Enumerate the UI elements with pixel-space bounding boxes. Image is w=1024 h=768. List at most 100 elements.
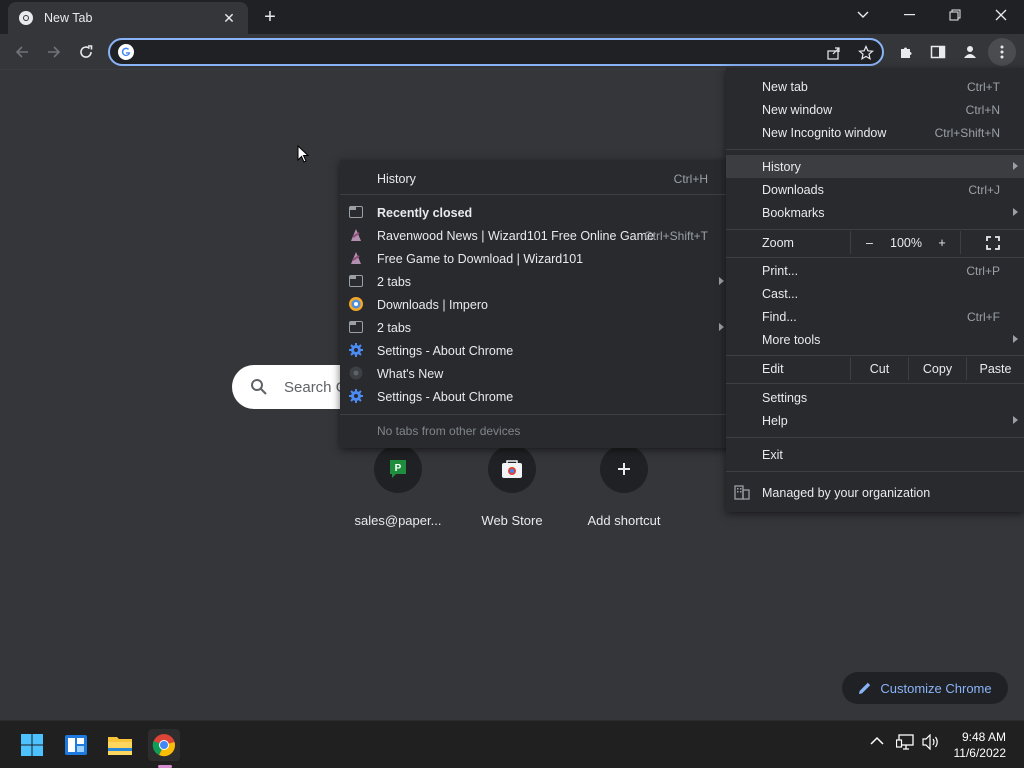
recent-item-label: 2 tabs [377, 320, 412, 335]
recent-item[interactable]: Free Game to Download | Wizard101 [340, 247, 732, 270]
history-submenu: History Ctrl+H Recently closed Ravenwood… [340, 160, 732, 448]
submenu-arrow-icon [1013, 335, 1018, 343]
recent-item-label: What's New [377, 366, 444, 381]
shortcut-sales[interactable]: P sales@paper... [342, 445, 454, 528]
share-icon[interactable] [824, 43, 844, 63]
menu-edit-row: Edit Cut Copy Paste [726, 357, 1024, 380]
menu-shortcut: Ctrl+T [967, 79, 1000, 94]
menu-item-downloads[interactable]: Downloads Ctrl+J [726, 178, 1024, 201]
divider [726, 149, 1024, 150]
submenu-arrow-icon [1013, 208, 1018, 216]
zoom-label: Zoom [762, 235, 794, 250]
wizard101-icon [351, 252, 361, 264]
recent-item-label: Downloads | Impero [377, 297, 488, 312]
menu-item-new-incognito[interactable]: New Incognito window Ctrl+Shift+N [726, 121, 1024, 144]
recent-item[interactable]: Settings - About Chrome [340, 385, 732, 408]
managed-label: Managed by your organization [762, 485, 931, 500]
recent-item-tabs[interactable]: 2 tabs [340, 316, 732, 339]
recent-item[interactable]: Settings - About Chrome [340, 339, 732, 362]
forward-icon[interactable] [40, 38, 68, 66]
recent-item-tabs[interactable]: 2 tabs [340, 270, 732, 293]
tab-new-tab[interactable]: New Tab ✕ [8, 2, 248, 34]
network-icon[interactable] [895, 734, 914, 753]
menu-item-new-tab[interactable]: New tab Ctrl+T [726, 75, 1024, 98]
volume-icon[interactable] [922, 733, 940, 753]
cut-button[interactable]: Cut [850, 357, 908, 380]
menu-label: Help [762, 413, 788, 428]
shortcut-label: Add shortcut [587, 513, 661, 528]
wizard101-icon [351, 229, 361, 241]
zoom-plus-label: + [938, 235, 946, 250]
impero-icon [349, 297, 363, 311]
menu-label: Downloads [762, 182, 824, 197]
menu-item-cast[interactable]: Cast... [726, 282, 1024, 305]
windows-start-icon[interactable] [16, 729, 48, 761]
fullscreen-button[interactable] [960, 231, 1024, 254]
tab-search-chevron-icon[interactable] [840, 0, 886, 30]
recent-item-label: Settings - About Chrome [377, 343, 514, 358]
recent-item[interactable]: Downloads | Impero [340, 293, 732, 316]
extensions-icon[interactable] [892, 38, 920, 66]
close-window-icon[interactable] [978, 0, 1024, 30]
recent-item[interactable]: Ravenwood News | Wizard101 Free Online G… [340, 224, 732, 247]
tabs-icon [349, 206, 363, 218]
shortcut-web-store[interactable]: Web Store [456, 445, 568, 528]
pencil-icon [859, 682, 871, 694]
divider [726, 257, 1024, 258]
menu-item-help[interactable]: Help [726, 409, 1024, 432]
zoom-out-button[interactable]: – [850, 231, 888, 254]
clock-time: 9:48 AM [961, 730, 1006, 744]
menu-item-history[interactable]: History [726, 155, 1024, 178]
tray-overflow-chevron-icon[interactable] [870, 735, 884, 749]
submenu-arrow-icon [719, 277, 724, 285]
zoom-minus-label: – [866, 235, 873, 250]
widgets-icon[interactable] [60, 729, 92, 761]
minimize-icon[interactable] [886, 0, 932, 30]
side-panel-icon[interactable] [924, 38, 952, 66]
menu-shortcut: Ctrl+Shift+N [934, 125, 1000, 140]
reload-icon[interactable] [72, 38, 100, 66]
menu-label: New Incognito window [762, 125, 887, 140]
history-menu-item[interactable]: History Ctrl+H [340, 167, 732, 190]
back-icon[interactable] [8, 38, 36, 66]
submenu-arrow-icon [1013, 162, 1018, 170]
managed-by-org[interactable]: Managed by your organization [726, 481, 1024, 504]
recent-item[interactable]: What's New [340, 362, 732, 385]
menu-item-print[interactable]: Print... Ctrl+P [726, 259, 1024, 282]
recent-item-label: Ravenwood News | Wizard101 Free Online G… [377, 228, 654, 243]
menu-label: Print... [762, 263, 799, 278]
file-explorer-icon[interactable] [104, 729, 136, 761]
chrome-icon [349, 366, 363, 380]
customize-chrome-button[interactable]: Customize Chrome [842, 672, 1008, 704]
zoom-in-button[interactable]: + [924, 231, 960, 254]
submenu-arrow-icon [1013, 416, 1018, 424]
copy-button[interactable]: Copy [908, 357, 966, 380]
history-shortcut: Ctrl+H [673, 171, 708, 186]
customize-label: Customize Chrome [880, 680, 992, 696]
divider [726, 355, 1024, 356]
menu-label: Cast... [762, 286, 799, 301]
menu-shortcut: Ctrl+F [967, 309, 1000, 324]
menu-item-more-tools[interactable]: More tools [726, 328, 1024, 351]
bookmark-star-icon[interactable] [856, 43, 876, 63]
zoom-value: 100% [890, 235, 922, 250]
menu-item-find[interactable]: Find... Ctrl+F [726, 305, 1024, 328]
kebab-menu-icon[interactable] [988, 38, 1016, 66]
tab-close-icon[interactable]: ✕ [220, 9, 238, 27]
menu-item-bookmarks[interactable]: Bookmarks [726, 201, 1024, 224]
profile-avatar-icon[interactable] [956, 38, 984, 66]
menu-item-new-window[interactable]: New window Ctrl+N [726, 98, 1024, 121]
chrome-main-menu: New tab Ctrl+T New window Ctrl+N New Inc… [726, 68, 1024, 512]
taskbar-clock[interactable]: 9:48 AM 11/6/2022 [954, 729, 1007, 761]
web-store-icon [488, 445, 536, 493]
restore-icon[interactable] [932, 0, 978, 30]
menu-item-exit[interactable]: Exit [726, 443, 1024, 466]
menu-item-settings[interactable]: Settings [726, 386, 1024, 409]
address-bar[interactable] [108, 38, 884, 66]
shortcut-add[interactable]: Add shortcut [568, 445, 680, 528]
windows-taskbar: 9:48 AM 11/6/2022 [0, 720, 1024, 768]
new-tab-button[interactable]: + [258, 5, 282, 29]
chrome-taskbar-icon[interactable] [148, 729, 180, 761]
address-input[interactable] [142, 43, 802, 61]
paste-button[interactable]: Paste [966, 357, 1024, 380]
